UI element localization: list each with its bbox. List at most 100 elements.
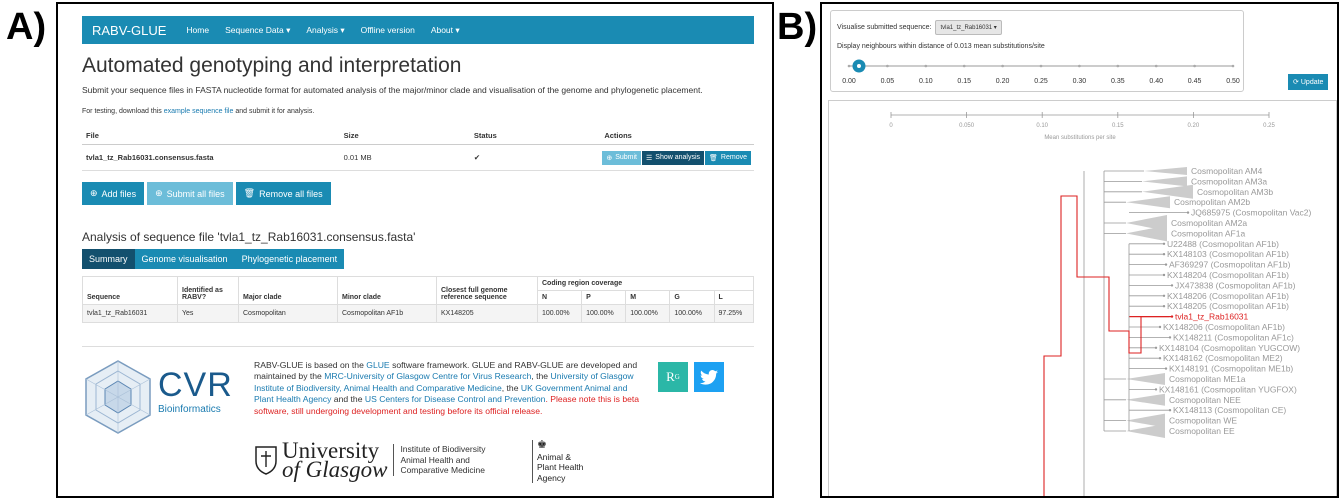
institute-name: Institute of Biodiversity Animal Health … bbox=[393, 444, 485, 476]
collapsed-clade bbox=[1144, 167, 1187, 175]
remove-all-button[interactable]: 🗑 Remove all files bbox=[235, 182, 331, 205]
slider-tick bbox=[1116, 64, 1120, 68]
about-part: , the bbox=[531, 371, 549, 382]
tree-leaf-label: U22488 (Cosmopolitan AF1b) bbox=[1167, 239, 1279, 249]
tree-leaf-label: KX148104 (Cosmopolitan YUGCOW) bbox=[1159, 343, 1300, 353]
col-closest-reference: Closest full genome reference sequence bbox=[436, 276, 538, 305]
slider-tick bbox=[1193, 64, 1196, 68]
example-file-link[interactable]: example sequence file bbox=[164, 108, 234, 115]
mrc-cvr-link[interactable]: MRC-University of Glasgow Centre for Vir… bbox=[324, 371, 531, 381]
divider bbox=[82, 346, 754, 347]
tip-node bbox=[1162, 305, 1166, 308]
glue-link[interactable]: GLUE bbox=[366, 360, 389, 370]
rg-letter: R bbox=[666, 369, 675, 384]
slider-tick-label: 0.00 bbox=[842, 78, 856, 85]
nav-about[interactable]: About ▾ bbox=[423, 25, 468, 36]
collapsed-clade bbox=[1142, 176, 1187, 187]
apha-line: Agency bbox=[537, 472, 566, 483]
col-major-clade: Major clade bbox=[238, 276, 338, 305]
col-gene-m: M bbox=[625, 290, 671, 305]
cvr-subtitle: Bioinformatics bbox=[158, 404, 221, 415]
slider-tick bbox=[962, 64, 966, 68]
nav-home[interactable]: Home bbox=[178, 25, 217, 35]
slider-tick bbox=[1001, 64, 1004, 68]
slider-tick bbox=[1078, 64, 1081, 68]
submit-button[interactable]: ⊕ Submit bbox=[602, 150, 641, 165]
about-part: RABV-GLUE is based on the bbox=[254, 360, 364, 370]
tree-leaf-label: JQ685975 (Cosmopolitan Vac2) bbox=[1191, 208, 1311, 218]
scale-axis-title: Mean substitutions per site bbox=[1044, 135, 1116, 141]
collapsed-clade bbox=[1126, 225, 1167, 242]
researchgate-icon[interactable]: RG bbox=[658, 362, 688, 392]
page-title: Automated genotyping and interpretation bbox=[82, 54, 462, 77]
tree-leaf-label: KX148162 (Cosmopolitan ME2) bbox=[1163, 353, 1283, 363]
nav-analysis[interactable]: Analysis ▾ bbox=[298, 25, 352, 36]
col-gene-l: L bbox=[713, 290, 754, 305]
add-files-button[interactable]: ⊕ Add files bbox=[82, 182, 145, 205]
nav-sequence-data[interactable]: Sequence Data ▾ bbox=[217, 25, 298, 36]
highlighted-path bbox=[1043, 195, 1169, 496]
slider-tick-label: 0.15 bbox=[957, 78, 971, 85]
tip-node bbox=[1162, 273, 1166, 277]
collapsed-clade bbox=[1126, 196, 1170, 209]
tip-node bbox=[1162, 253, 1166, 256]
show-analysis-button[interactable]: ☰ Show analysis bbox=[642, 150, 705, 165]
twitter-icon[interactable] bbox=[694, 362, 724, 392]
tip-node bbox=[1168, 336, 1172, 339]
brand-link[interactable]: RABV-GLUE bbox=[82, 23, 178, 38]
tab-phylogenetic-placement[interactable]: Phylogenetic placement bbox=[234, 249, 345, 269]
col-actions: Actions bbox=[600, 127, 754, 145]
refresh-icon: ⟳ bbox=[1293, 79, 1299, 86]
remove-button[interactable]: 🗑 Remove bbox=[705, 150, 751, 165]
cell-cov-n: 100.00% bbox=[536, 304, 583, 323]
apha-line: Animal & bbox=[537, 451, 572, 462]
col-gene-p: P bbox=[581, 290, 627, 305]
cell-sequence: tvla1_tz_Rab16031 bbox=[82, 304, 178, 323]
cdc-link[interactable]: US Centers for Disease Control and Preve… bbox=[365, 394, 546, 404]
tree-leaf-label: KX148204 (Cosmopolitan AF1b) bbox=[1167, 270, 1289, 280]
col-sequence: Sequence bbox=[82, 276, 178, 305]
about-part: , the bbox=[501, 382, 519, 393]
tip-node bbox=[1158, 357, 1162, 360]
inst-line: Institute of Biodiversity bbox=[400, 444, 486, 455]
show-analysis-label: Show analysis bbox=[655, 154, 701, 161]
nav-offline[interactable]: Offline version bbox=[353, 25, 423, 35]
collapsed-clade bbox=[1126, 424, 1165, 438]
intro-text: Submit your sequence files in FASTA nucl… bbox=[82, 85, 703, 95]
glasgow-crest-icon bbox=[255, 446, 277, 475]
collapsed-clade bbox=[1126, 373, 1165, 385]
tip-node bbox=[1154, 388, 1158, 391]
submit-all-button[interactable]: ⊕ Submit all files bbox=[147, 182, 233, 205]
tip-node bbox=[1164, 263, 1168, 266]
remove-label: Remove bbox=[720, 154, 747, 161]
slider-tick-label: 0.20 bbox=[996, 78, 1010, 85]
distance-text: Display neighbours within distance of 0.… bbox=[837, 43, 1045, 50]
tree-leaf-label: Cosmopolitan AM2a bbox=[1171, 218, 1247, 228]
tree-leaf-label: KX148206 (Cosmopolitan AF1b) bbox=[1163, 322, 1285, 332]
tab-summary[interactable]: Summary bbox=[82, 249, 135, 269]
tree-leaf-label: Cosmopolitan AM3b bbox=[1197, 187, 1273, 197]
phylogenetic-tree: 0 0.050 0.10 0.15 0.20 0.25 Mean substitutions… bbox=[889, 112, 1311, 496]
analysis-tabs: Summary Genome visualisation Phylogeneti… bbox=[82, 249, 345, 269]
distance-slider[interactable]: 0.00 0.05 0.10 0.15 0.20 0.25 0.30 0.35 0.40 0.45… bbox=[831, 55, 1243, 89]
slider-tick-label: 0.45 bbox=[1188, 78, 1202, 85]
cell-cov-g: 100.00% bbox=[669, 304, 715, 323]
tree-leaf-label: KX148161 (Cosmopolitan YUGFOX) bbox=[1159, 384, 1297, 394]
tree-leaf-label: KX148113 (Cosmopolitan CE) bbox=[1173, 405, 1286, 415]
cell-cov-m: 100.00% bbox=[625, 304, 671, 323]
panel-label-a: A) bbox=[6, 6, 47, 48]
add-files-label: Add files bbox=[101, 188, 137, 199]
tab-genome-visualisation[interactable]: Genome visualisation bbox=[134, 249, 235, 269]
tip-node bbox=[1162, 294, 1166, 297]
slider-tick-label: 0.50 bbox=[1226, 78, 1240, 85]
tree-leaf-label: JX473838 (Cosmopolitan AF1b) bbox=[1175, 280, 1296, 290]
rabv-glue-page: RABV-GLUE Home Sequence Data ▾ Analysis … bbox=[56, 2, 774, 498]
tree-leaf-label: KX148103 (Cosmopolitan AF1b) bbox=[1167, 249, 1289, 259]
about-part: and the bbox=[333, 394, 363, 405]
inst-line: Animal Health and bbox=[400, 454, 470, 465]
cvr-wordmark: CVR bbox=[158, 366, 233, 404]
sequence-select[interactable]: tvla1_tz_Rab16031 ▾ bbox=[935, 20, 1002, 35]
update-button[interactable]: ⟳ Update bbox=[1288, 74, 1329, 90]
tree-leaf-label: KX148205 (Cosmopolitan AF1b) bbox=[1167, 301, 1289, 311]
tip-node bbox=[1162, 242, 1166, 245]
